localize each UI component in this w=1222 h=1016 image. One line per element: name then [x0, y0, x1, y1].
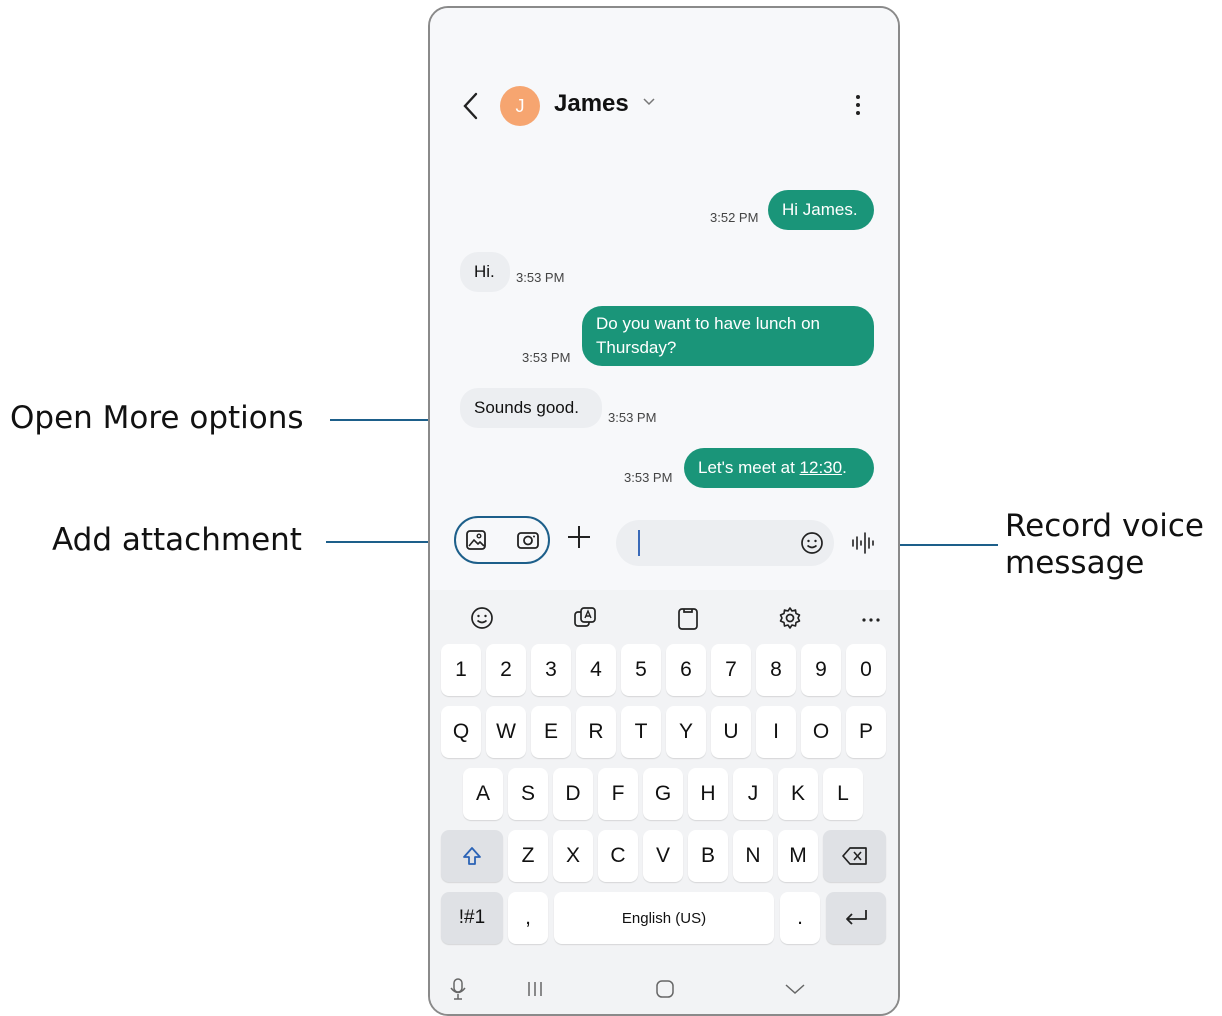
time-link[interactable]: 12:30 [800, 458, 843, 477]
phone-frame: J James 3:52 PM Hi James. Hi. 3:53 PM 3:… [428, 6, 900, 1016]
more-options-icon[interactable] [854, 92, 862, 120]
text-cursor [638, 530, 640, 556]
conversation-header: J James [430, 78, 898, 134]
key[interactable]: K [778, 768, 818, 820]
shift-key[interactable] [441, 830, 503, 882]
translate-icon[interactable] [572, 606, 598, 632]
key[interactable]: X [553, 830, 593, 882]
message-bubble-incoming[interactable]: Hi. [460, 252, 510, 292]
message-input[interactable] [616, 520, 834, 566]
plus-icon [568, 526, 590, 548]
callout-record-voice-line1: Record voice [1005, 508, 1205, 544]
contact-name[interactable]: James [554, 90, 629, 118]
more-options-plus-button[interactable] [564, 524, 594, 554]
gallery-icon[interactable] [464, 528, 488, 552]
emoji-icon[interactable] [470, 606, 496, 632]
key[interactable]: Q [441, 706, 481, 758]
back-button[interactable] [456, 88, 486, 124]
enter-icon [846, 910, 867, 925]
key[interactable]: B [688, 830, 728, 882]
message-text-line: Do you want to have lunch on [596, 314, 820, 333]
message-time: 3:52 PM [710, 210, 759, 225]
key[interactable]: Z [508, 830, 548, 882]
key[interactable]: G [643, 768, 683, 820]
message-time: 3:53 PM [516, 270, 565, 285]
key[interactable]: R [576, 706, 616, 758]
enter-key[interactable] [826, 892, 886, 944]
key[interactable]: 5 [621, 644, 661, 696]
callout-add-attachment: Add attachment [52, 522, 302, 558]
backspace-key[interactable] [823, 830, 886, 882]
message-time: 3:53 PM [624, 470, 673, 485]
key[interactable]: O [801, 706, 841, 758]
key[interactable]: 4 [576, 644, 616, 696]
key[interactable]: E [531, 706, 571, 758]
voice-record-icon[interactable] [850, 530, 878, 556]
more-horizontal-icon[interactable] [860, 606, 886, 632]
camera-icon[interactable] [516, 528, 540, 552]
home-icon[interactable] [652, 976, 678, 1002]
avatar[interactable]: J [500, 86, 540, 126]
key[interactable]: W [486, 706, 526, 758]
key[interactable]: N [733, 830, 773, 882]
navigation-bar [430, 970, 898, 1014]
key[interactable]: H [688, 768, 728, 820]
key[interactable]: T [621, 706, 661, 758]
emoji-icon[interactable] [800, 531, 824, 555]
key[interactable]: 6 [666, 644, 706, 696]
shift-icon [463, 847, 481, 865]
keyboard-toolbar [430, 590, 898, 646]
key[interactable]: L [823, 768, 863, 820]
key[interactable]: 8 [756, 644, 796, 696]
key[interactable]: J [733, 768, 773, 820]
message-bubble-outgoing[interactable]: Do you want to have lunch on Thursday? [582, 306, 874, 366]
key[interactable]: 0 [846, 644, 886, 696]
conversation-area: J James 3:52 PM Hi James. Hi. 3:53 PM 3:… [430, 8, 898, 598]
key[interactable]: D [553, 768, 593, 820]
key[interactable]: V [643, 830, 683, 882]
message-bubble-outgoing[interactable]: Let's meet at 12:30. [684, 448, 874, 488]
recent-apps-icon[interactable] [522, 976, 548, 1002]
message-text-line: Thursday? [596, 338, 677, 357]
message-time: 3:53 PM [522, 350, 571, 365]
chevron-down-icon[interactable] [782, 976, 808, 1002]
comma-key[interactable]: , [508, 892, 548, 944]
callout-record-voice-line2: message [1005, 545, 1145, 581]
key[interactable]: A [463, 768, 503, 820]
key[interactable]: 7 [711, 644, 751, 696]
key[interactable]: C [598, 830, 638, 882]
chevron-left-icon [463, 92, 478, 120]
key[interactable]: S [508, 768, 548, 820]
key[interactable]: P [846, 706, 886, 758]
key[interactable]: 9 [801, 644, 841, 696]
key[interactable]: Y [666, 706, 706, 758]
message-text: Let's meet at [698, 458, 800, 477]
message-text: . [842, 458, 847, 477]
attachment-group [454, 516, 550, 564]
clipboard-icon[interactable] [676, 606, 702, 632]
backspace-icon [841, 847, 867, 865]
space-key[interactable]: English (US) [554, 892, 774, 944]
key[interactable]: M [778, 830, 818, 882]
chevron-down-icon[interactable] [642, 94, 656, 110]
message-bubble-incoming[interactable]: Sounds good. [460, 388, 602, 428]
key[interactable]: U [711, 706, 751, 758]
symbols-key[interactable]: !#1 [441, 892, 503, 944]
key[interactable]: 3 [531, 644, 571, 696]
key[interactable]: 1 [441, 644, 481, 696]
period-key[interactable]: . [780, 892, 820, 944]
key[interactable]: 2 [486, 644, 526, 696]
message-time: 3:53 PM [608, 410, 657, 425]
key[interactable]: I [756, 706, 796, 758]
callout-open-more-options: Open More options [10, 400, 304, 436]
microphone-icon[interactable] [446, 976, 470, 1002]
gear-icon[interactable] [778, 606, 804, 632]
message-bubble-outgoing[interactable]: Hi James. [768, 190, 874, 230]
key[interactable]: F [598, 768, 638, 820]
keyboard: 1 2 3 4 5 6 7 8 9 0 Q W E R T Y U I O P … [430, 590, 898, 1014]
